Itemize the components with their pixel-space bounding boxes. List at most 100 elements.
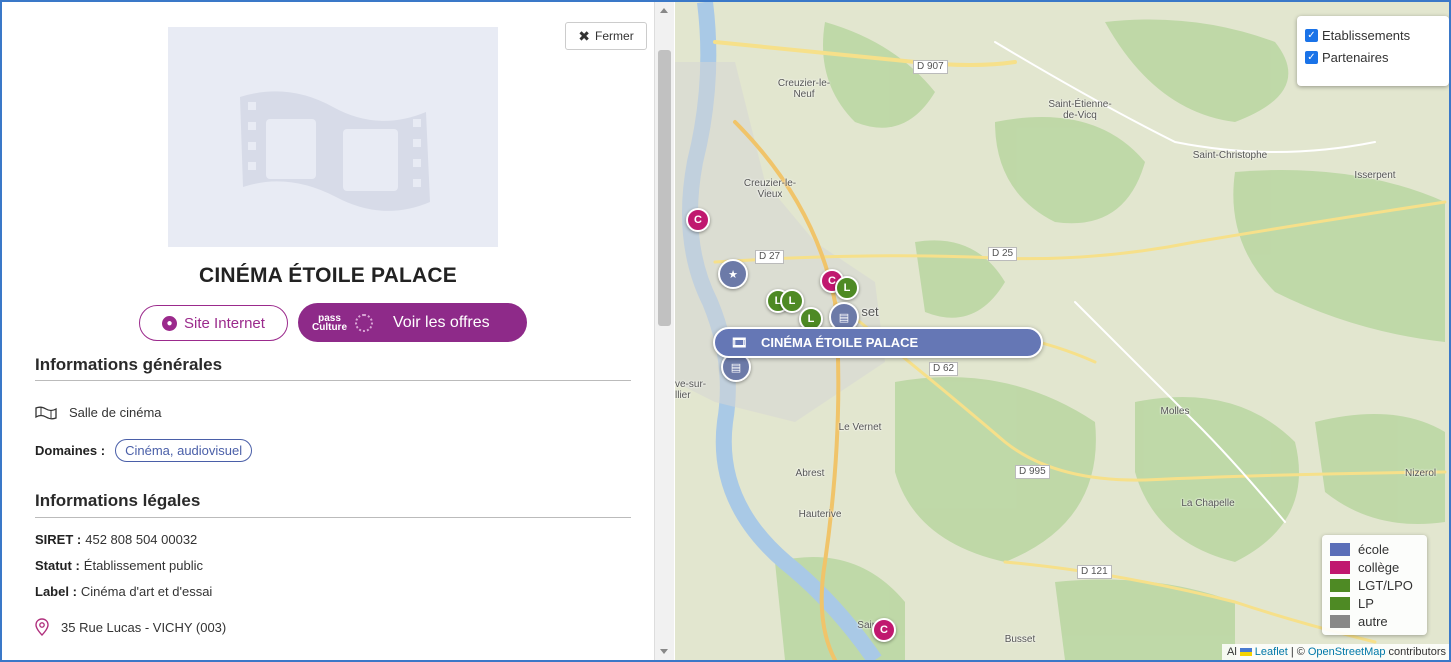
close-button[interactable]: ✖ Fermer: [565, 22, 647, 50]
place-label: ve-sur- llier: [675, 379, 707, 401]
legend-label: collège: [1358, 559, 1400, 575]
place-label: Busset: [1004, 634, 1036, 645]
domain-tag[interactable]: Cinéma, audiovisuel: [115, 439, 253, 462]
layer-toggle-etablissements[interactable]: ✓ Etablissements: [1305, 24, 1441, 46]
layer-label: Etablissements: [1322, 27, 1411, 43]
layer-label: Partenaires: [1322, 49, 1389, 65]
app-frame: ✖ Fermer CINÉMA ÉTOILE PALACE ● Site Int…: [0, 0, 1451, 662]
road-label: D 995: [1015, 465, 1050, 479]
legend-label: école: [1358, 541, 1390, 557]
place-label: set: [861, 304, 879, 319]
venue-title: CINÉMA ÉTOILE PALACE: [199, 264, 457, 287]
legend-item: collège: [1330, 558, 1419, 576]
offers-label: Voir les offres: [393, 313, 490, 331]
place-label: Le Vernet: [838, 422, 882, 433]
layer-control: ✓ Etablissements ✓ Partenaires: [1297, 16, 1449, 86]
scroll-down-arrow-icon[interactable]: [660, 649, 668, 654]
checkbox-checked-icon[interactable]: ✓: [1305, 50, 1318, 64]
close-icon: ✖: [578, 27, 591, 44]
venue-type-row: Salle de cinéma: [35, 405, 162, 420]
place-label: Creuzier-le-Vieux: [743, 178, 797, 200]
star-icon: ★: [728, 268, 738, 281]
map-attribution: Al Leaflet | © OpenStreetMap contributor…: [1222, 644, 1449, 660]
place-label: Saint-Étienne-de-Vicq: [1048, 99, 1112, 121]
map-marker-college[interactable]: C: [686, 208, 710, 232]
marker-letter: C: [880, 624, 888, 636]
legend-swatch: [1330, 596, 1350, 610]
pass-culture-logo-line2: Culture: [312, 321, 347, 333]
map-marker-college[interactable]: C: [872, 618, 896, 642]
map-marker-lycee[interactable]: L: [780, 289, 804, 313]
map-pin-icon: [35, 618, 49, 636]
legend-swatch: [1330, 542, 1350, 556]
venue-type: Salle de cinéma: [69, 405, 162, 420]
map-marker-partner-star[interactable]: ★: [718, 259, 748, 289]
address-row: 35 Rue Lucas - VICHY (003): [35, 618, 226, 636]
legend-swatch: [1330, 578, 1350, 592]
website-button[interactable]: ● Site Internet: [139, 305, 288, 341]
divider: [35, 380, 631, 381]
divider: [35, 517, 631, 518]
panel-scrollbar[interactable]: [654, 2, 674, 660]
legal-info-title: Informations légales: [35, 491, 201, 510]
status-value: Établissement public: [83, 558, 204, 573]
legend-item: école: [1330, 540, 1419, 558]
map-view[interactable]: Creuzier-le-Neuf Creuzier-le-Vieux Saint…: [675, 2, 1449, 660]
pass-culture-offers-button[interactable]: pass Culture Voir les offres: [298, 303, 527, 342]
general-info-title: Informations générales: [35, 355, 223, 374]
osm-link[interactable]: OpenStreetMap: [1308, 646, 1386, 658]
book-icon: ▤: [838, 311, 850, 324]
close-label: Fermer: [595, 29, 634, 43]
marker-letter: L: [807, 313, 815, 325]
attribution-contributors: contributors: [1388, 646, 1446, 658]
selected-venue-tooltip[interactable]: 🎞 CINÉMA ÉTOILE PALACE: [713, 327, 1043, 358]
film-placeholder-icon: [240, 91, 430, 211]
legend-label: LP: [1358, 595, 1374, 611]
status-label: Statut :: [35, 558, 80, 573]
marker-letter: C: [694, 214, 702, 226]
legend-item: autre: [1330, 612, 1419, 630]
book-icon: ▤: [730, 361, 742, 374]
place-label: Abrest: [795, 468, 825, 479]
siret-value: 452 808 504 00032: [85, 532, 198, 547]
marker-letter: L: [843, 282, 851, 294]
scroll-up-arrow-icon[interactable]: [660, 8, 668, 13]
globe-icon: ●: [162, 315, 178, 331]
legend-label: autre: [1358, 613, 1388, 629]
legend-swatch: [1330, 614, 1350, 628]
attribution-al: Al: [1227, 646, 1237, 658]
place-label: Isserpent: [1354, 170, 1396, 181]
checkbox-checked-icon[interactable]: ✓: [1305, 28, 1318, 42]
place-label: Nizerol: [1405, 468, 1437, 479]
place-label: Hauterive: [798, 509, 842, 520]
website-label: Site Internet: [184, 314, 265, 332]
leaflet-link[interactable]: Leaflet: [1255, 646, 1288, 658]
road-label: D 25: [988, 247, 1018, 261]
film-icon: [35, 406, 57, 419]
siret-row: SIRET : 452 808 504 00032: [35, 532, 197, 547]
scroll-thumb[interactable]: [658, 50, 671, 326]
map-marker-lycee[interactable]: L: [835, 276, 859, 300]
ukraine-flag-icon: [1239, 648, 1252, 656]
legend-item: LGT/LPO: [1330, 576, 1419, 594]
place-label: La Chapelle: [1181, 498, 1235, 509]
address: 35 Rue Lucas - VICHY (003): [61, 619, 227, 635]
detail-panel: ✖ Fermer CINÉMA ÉTOILE PALACE ● Site Int…: [2, 2, 654, 660]
label-label: Label :: [35, 584, 77, 599]
attribution-separator: | ©: [1290, 646, 1305, 658]
legend-label: LGT/LPO: [1358, 577, 1413, 593]
place-label: Molles: [1160, 406, 1190, 417]
map-legend: école collège LGT/LPO LP autre: [1322, 535, 1427, 635]
pass-culture-logo: pass Culture: [312, 313, 347, 333]
label-value: Cinéma d'art et d'essai: [80, 584, 213, 599]
road-label: D 121: [1077, 565, 1112, 579]
place-label: Saint-Christophe: [1192, 150, 1268, 161]
tooltip-label: CINÉMA ÉTOILE PALACE: [761, 335, 919, 350]
road-label: D 62: [929, 362, 959, 376]
layer-toggle-partenaires[interactable]: ✓ Partenaires: [1305, 46, 1441, 68]
status-row: Statut : Établissement public: [35, 558, 203, 573]
place-label: Creuzier-le-Neuf: [777, 78, 831, 100]
marker-letter: L: [788, 295, 796, 307]
siret-label: SIRET :: [35, 532, 82, 547]
label-row: Label : Cinéma d'art et d'essai: [35, 584, 212, 599]
